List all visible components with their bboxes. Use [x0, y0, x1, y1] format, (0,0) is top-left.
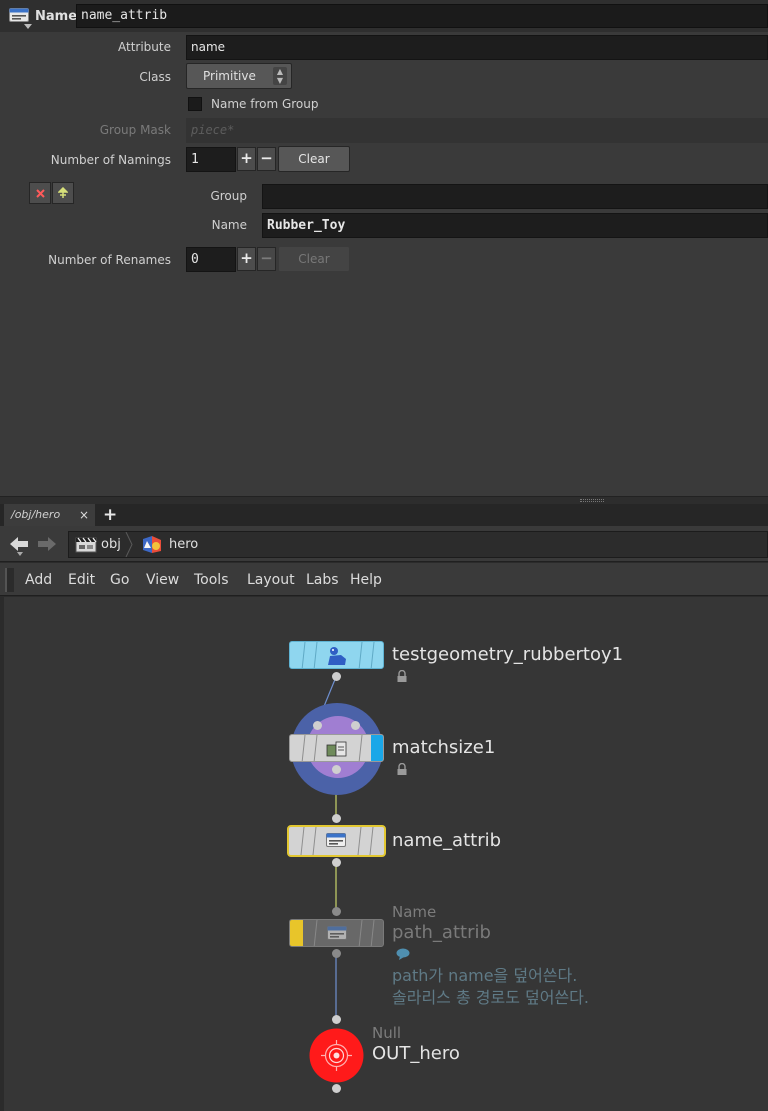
comment-bubble-icon — [396, 948, 410, 960]
tab-close-icon[interactable]: × — [79, 504, 89, 526]
matchsize-node-name: matchsize1 — [392, 737, 496, 758]
naming-name-label: Name — [211, 218, 247, 232]
breadcrumb: obj hero — [68, 531, 768, 558]
naming-group-field[interactable] — [262, 184, 768, 209]
close-icon — [35, 189, 45, 198]
naming-group-label: Group — [210, 189, 247, 203]
breadcrumb-hero[interactable]: hero — [169, 532, 198, 557]
testgeometry-node-name: testgeometry_rubbertoy1 — [392, 644, 624, 665]
breadcrumb-obj[interactable]: obj — [101, 532, 121, 557]
parameter-title-bar: Name name_attrib — [0, 0, 768, 32]
number-of-renames-field[interactable]: 0 — [186, 247, 236, 272]
splitter-grip[interactable] — [580, 499, 604, 502]
pathattrib-node[interactable] — [289, 919, 384, 947]
testgeometry-node[interactable] — [289, 641, 384, 669]
number-of-namings-label: Number of Namings — [50, 153, 171, 167]
forward-arrow-icon[interactable] — [36, 535, 58, 553]
name-from-group-label: Name from Group — [211, 97, 319, 111]
insert-icon — [57, 186, 69, 198]
geometry-object-icon — [143, 536, 161, 553]
menu-edit[interactable]: Edit — [68, 572, 95, 588]
network-tab-bar: /obj/hero × + — [0, 504, 768, 526]
namings-remove-button[interactable]: − — [257, 147, 276, 171]
outhero-node-name: OUT_hero — [372, 1043, 460, 1064]
pathattrib-comment-line-2: 솔라리스 총 경로도 덮어쓴다. — [392, 988, 589, 1007]
number-of-namings-field[interactable]: 1 — [186, 147, 236, 172]
name-from-group-checkbox[interactable] — [188, 97, 202, 111]
name-sop-icon — [327, 926, 347, 940]
renames-add-button[interactable]: + — [237, 247, 256, 271]
breadcrumb-separator-icon — [125, 532, 133, 557]
lock-icon — [397, 763, 407, 775]
class-label: Class — [139, 70, 171, 84]
nameattrib-node-name: name_attrib — [392, 830, 502, 851]
menu-add[interactable]: Add — [25, 572, 52, 588]
name-sop-icon — [326, 833, 346, 847]
network-editor[interactable]: testgeometry_rubbertoy1 matchsize1 name_… — [4, 597, 768, 1111]
pathattrib-node-name: path_attrib — [392, 922, 491, 943]
matchsize-input-port-1[interactable] — [313, 721, 322, 730]
number-of-renames-label: Number of Renames — [48, 253, 171, 267]
testgeometry-output-port[interactable] — [332, 672, 341, 681]
nameattrib-output-port[interactable] — [332, 858, 341, 867]
group-mask-field[interactable]: piece* — [186, 118, 768, 143]
matchsize-output-port[interactable] — [332, 765, 341, 774]
network-menu-bar: Add Edit Go View Tools Layout Labs Help — [0, 563, 768, 596]
tab-label: /obj/hero — [11, 508, 61, 521]
namings-clear-button[interactable]: Clear — [278, 146, 350, 172]
multiparm-instance-controls — [29, 182, 74, 204]
menu-labs[interactable]: Labs — [306, 572, 339, 588]
pathattrib-output-port[interactable] — [332, 949, 341, 958]
naming-name-field[interactable]: Rubber_Toy — [262, 213, 768, 238]
node-name-field[interactable]: name_attrib — [76, 4, 768, 28]
class-menu[interactable]: Primitive ▲ ▼ — [186, 63, 292, 89]
lock-icon — [397, 670, 407, 682]
nameattrib-node[interactable] — [287, 825, 386, 857]
insert-instance-button[interactable] — [52, 182, 74, 204]
outhero-output-port[interactable] — [332, 1084, 341, 1093]
obj-context-icon — [75, 537, 97, 553]
menu-layout[interactable]: Layout — [247, 572, 295, 588]
pathattrib-comment-line-1: path가 name을 덮어쓴다. — [392, 966, 578, 985]
chevron-down-icon[interactable] — [24, 24, 32, 29]
pathattrib-node-type: Name — [392, 903, 437, 921]
class-menu-value: Primitive — [203, 69, 256, 83]
parameter-pane: Name name_attrib Attribute name Class Pr… — [0, 0, 768, 496]
rubber-toy-icon — [328, 647, 346, 665]
path-bar: obj hero — [0, 526, 768, 562]
node-type-label: Name — [35, 9, 78, 24]
history-chevron-icon[interactable] — [17, 552, 23, 556]
nameattrib-input-port[interactable] — [332, 814, 341, 823]
group-mask-label: Group Mask — [99, 123, 171, 137]
outhero-node[interactable] — [309, 1028, 364, 1083]
renames-remove-button[interactable]: − — [257, 247, 276, 271]
outhero-input-port[interactable] — [332, 1015, 341, 1024]
name-sop-icon[interactable] — [9, 7, 29, 23]
menu-help[interactable]: Help — [350, 572, 382, 588]
pathattrib-input-port[interactable] — [332, 907, 341, 916]
menu-tools[interactable]: Tools — [194, 572, 229, 588]
attribute-field[interactable]: name — [186, 35, 768, 60]
attribute-label: Attribute — [118, 40, 171, 54]
remove-instance-button[interactable] — [29, 182, 51, 204]
matchsize-icon — [326, 741, 347, 757]
updown-arrows-icon: ▲ ▼ — [273, 67, 287, 85]
menu-go[interactable]: Go — [110, 572, 129, 588]
outhero-node-type: Null — [372, 1024, 402, 1042]
pane-splitter[interactable] — [0, 496, 768, 504]
tab-obj-hero[interactable]: /obj/hero × — [4, 504, 95, 526]
matchsize-node[interactable] — [289, 734, 384, 762]
matchsize-input-port-2[interactable] — [351, 721, 360, 730]
add-tab-button[interactable]: + — [103, 504, 117, 526]
renames-clear-button[interactable]: Clear — [278, 246, 350, 272]
menu-dock-handle[interactable] — [5, 568, 14, 592]
namings-add-button[interactable]: + — [237, 147, 256, 171]
back-arrow-icon[interactable] — [8, 535, 30, 553]
menu-view[interactable]: View — [146, 572, 179, 588]
